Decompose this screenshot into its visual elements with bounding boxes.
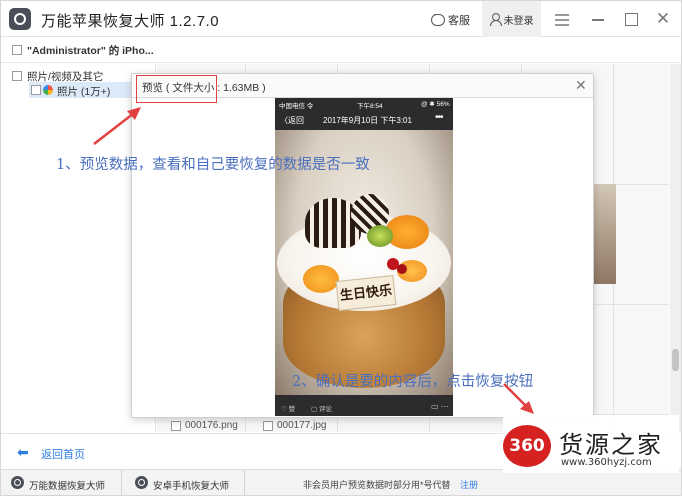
watermark-badge: 360 — [503, 425, 551, 467]
feedback-label: 客服 — [448, 15, 470, 27]
watermark-url: www.360hyzj.com — [561, 457, 652, 468]
phone-more-icon: ••• — [435, 112, 443, 123]
maximize-icon[interactable] — [621, 9, 641, 29]
file-checkbox[interactable] — [171, 421, 181, 431]
data-recovery-app-icon — [11, 476, 24, 489]
phone-status-bar: 中国电信 令 下午8:54 @ ✱ 56% — [275, 98, 453, 110]
phone-nav-bar: 〈返回 2017年9月10日 下午3:01 ••• — [275, 110, 453, 130]
device-bar: "Administrator" 的 iPho... — [1, 37, 681, 63]
close-icon[interactable]: ✕ — [653, 9, 673, 29]
feedback-button[interactable]: 客服 — [431, 9, 470, 29]
app-logo-icon — [9, 8, 31, 30]
back-home-link[interactable]: 返回首页 — [41, 446, 85, 462]
scrollbar[interactable] — [670, 64, 681, 432]
chat-icon — [431, 9, 445, 26]
file-checkbox[interactable] — [263, 421, 273, 431]
photos-icon — [43, 85, 53, 95]
file-thumbnail[interactable] — [592, 184, 616, 284]
phone-battery: @ ✱ 56% — [421, 101, 450, 108]
annotation-step-2: 2、确认是要的内容后，点击恢复按钮 — [292, 374, 534, 390]
file-name: 000176.png — [185, 420, 238, 431]
android-recovery-app-icon — [135, 476, 148, 489]
preview-close-icon[interactable]: ✕ — [575, 77, 587, 94]
device-name: "Administrator" 的 iPho... — [27, 45, 154, 57]
watermark-title: 货源之家 — [559, 431, 663, 459]
watermark: 360 货源之家 www.360hyzj.com — [503, 415, 679, 473]
phone-datetime: 2017年9月10日 下午3:01 — [323, 116, 412, 125]
user-icon — [489, 13, 502, 26]
category-checkbox[interactable] — [12, 71, 22, 81]
phone-bottom-bar: ♡ 赞 ▢ 评论 ▭ ⋯ — [275, 398, 453, 416]
phone-actions: ▭ ⋯ — [431, 402, 449, 411]
device-checkbox[interactable] — [12, 45, 22, 55]
login-button[interactable]: 未登录 — [482, 1, 541, 37]
annotation-step-1: 1、预览数据，查看和自己要恢复的数据是否一致 — [56, 157, 370, 173]
android-recovery-app-link[interactable]: 安卓手机恢复大师 — [153, 478, 229, 492]
photos-checkbox[interactable] — [31, 85, 41, 95]
phone-like: ♡ 赞 — [281, 406, 296, 413]
scrollbar-thumb[interactable] — [672, 349, 679, 371]
back-arrow-icon[interactable]: ⬅ — [17, 444, 29, 461]
phone-carrier: 中国电信 令 — [279, 103, 314, 110]
file-name: 000177.jpg — [277, 420, 327, 431]
register-link[interactable]: 注册 — [460, 478, 478, 491]
menu-icon[interactable] — [552, 9, 572, 29]
login-label: 未登录 — [503, 15, 534, 27]
app-window: 万能苹果恢复大师 1.2.7.0 客服 未登录 ✕ "Administrator… — [0, 0, 682, 496]
phone-time: 下午8:54 — [357, 103, 383, 110]
data-recovery-app-link[interactable]: 万能数据恢复大师 — [29, 478, 105, 492]
title-bar: 万能苹果恢复大师 1.2.7.0 客服 未登录 ✕ — [1, 1, 681, 37]
preview-image: 中国电信 令 下午8:54 @ ✱ 56% 〈返回 2017年9月10日 下午3… — [275, 98, 453, 416]
title-highlight-box — [136, 75, 217, 103]
app-title: 万能苹果恢复大师 1.2.7.0 — [41, 13, 220, 30]
phone-comment: ▢ 评论 — [311, 406, 332, 413]
member-notice: 非会员用户预览数据时部分用*号代替 — [303, 480, 451, 490]
cake-plaque: 生日快乐 — [335, 275, 397, 311]
phone-back: 〈返回 — [280, 116, 304, 125]
sidebar-item-label: 照片 (1万+) — [57, 86, 111, 98]
minimize-icon[interactable] — [588, 9, 608, 29]
